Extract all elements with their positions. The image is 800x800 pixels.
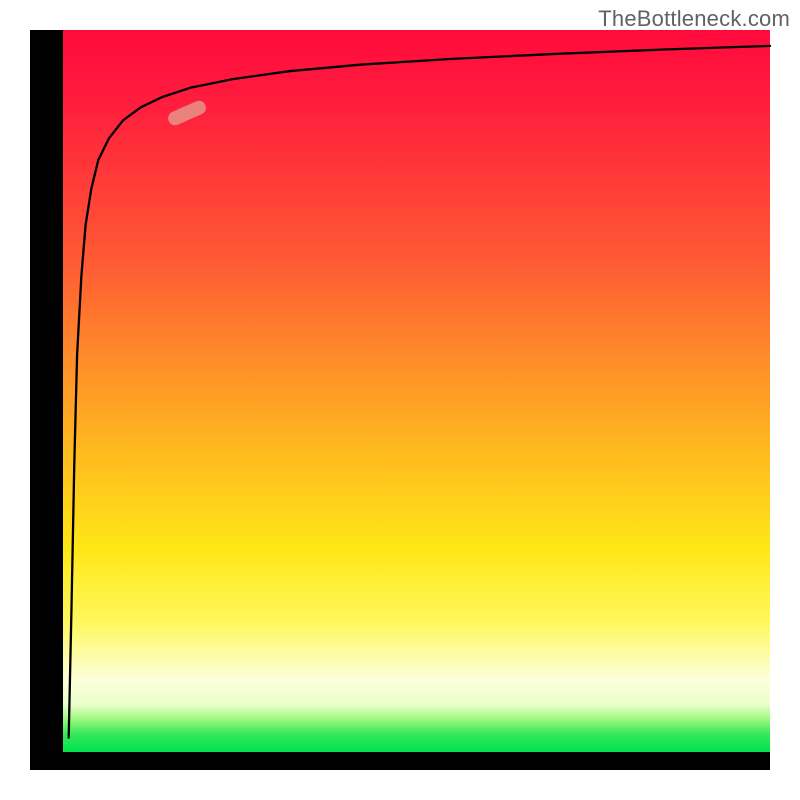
bottleneck-curve-path [69, 46, 770, 738]
chart-svg [63, 30, 770, 752]
watermark-text: TheBottleneck.com [598, 6, 790, 32]
chart-frame [30, 30, 770, 770]
chart-plot-area [63, 30, 770, 752]
chart-marker [166, 98, 208, 127]
chart-root: TheBottleneck.com [0, 0, 800, 800]
